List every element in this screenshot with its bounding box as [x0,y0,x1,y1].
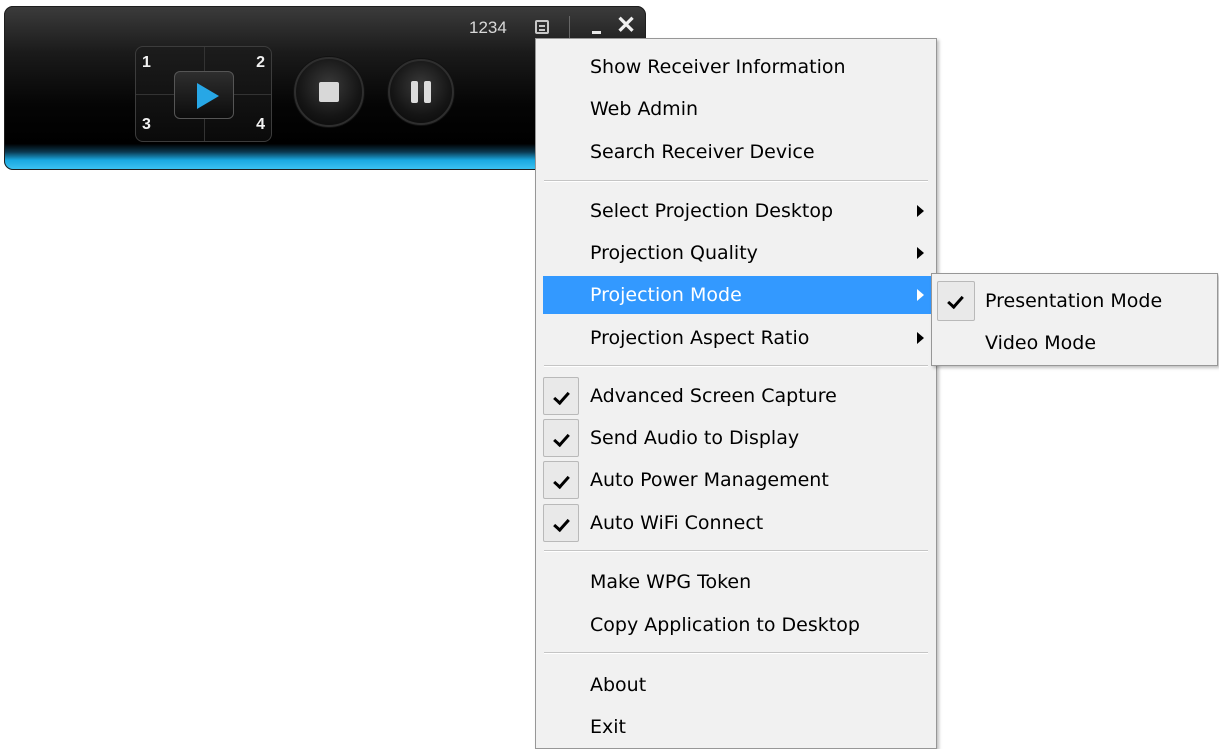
menu-item-label: Advanced Screen Capture [590,385,837,407]
menu-item-projection-mode[interactable]: Projection Mode [543,276,933,314]
menu-item-send-audio-to-display[interactable]: Send Audio to Display [543,419,933,457]
submenu-item-label: Video Mode [985,332,1097,354]
menu-item-advanced-screen-capture[interactable]: Advanced Screen Capture [543,377,933,415]
menu-item-web-admin[interactable]: Web Admin [543,90,933,128]
check-icon [543,504,579,542]
submenu-item-label: Presentation Mode [985,290,1163,312]
menu-separator [544,652,928,654]
close-button[interactable]: ✕ [615,14,637,38]
pause-button[interactable] [388,59,454,125]
menu-item-auto-wifi-connect[interactable]: Auto WiFi Connect [543,504,933,542]
menu-item-label: Select Projection Desktop [590,200,834,222]
submenu-item-video-mode[interactable]: Video Mode [937,323,1213,363]
context-menu: Show Receiver Information Web Admin Sear… [535,38,937,749]
menu-item-make-wpg-token[interactable]: Make WPG Token [543,563,933,601]
quadrant-4-button[interactable]: 4 [256,117,265,133]
layout-icon[interactable] [535,20,549,34]
check-icon [543,377,579,415]
stop-button[interactable] [294,57,364,127]
menu-item-label: Search Receiver Device [590,141,815,163]
submenu-item-presentation-mode[interactable]: Presentation Mode [937,281,1213,321]
menu-item-projection-quality[interactable]: Projection Quality [543,234,933,272]
menu-item-label: Send Audio to Display [590,427,800,449]
menu-item-label: Copy Application to Desktop [590,614,860,636]
menu-item-exit[interactable]: Exit [543,708,933,746]
menu-item-label: Web Admin [590,98,699,120]
menu-item-label: Make WPG Token [590,571,752,593]
submenu-arrow-icon [917,247,924,259]
submenu-arrow-icon [917,332,924,344]
menu-item-label: Exit [590,716,626,738]
menu-separator [544,550,928,552]
menu-item-label: About [590,674,647,696]
check-icon [543,461,579,499]
menu-item-label: Show Receiver Information [590,56,846,78]
menu-item-copy-application-to-desktop[interactable]: Copy Application to Desktop [543,606,933,644]
quadrant-1-button[interactable]: 1 [142,55,151,71]
check-icon [543,419,579,457]
menu-separator [544,365,928,367]
menu-item-about[interactable]: About [543,666,933,704]
check-icon [937,281,975,321]
minimize-button[interactable] [586,16,608,38]
projection-mode-submenu: Presentation Mode Video Mode [931,273,1218,366]
submenu-arrow-icon [917,289,924,301]
menu-separator [544,180,928,182]
menu-item-show-receiver-information[interactable]: Show Receiver Information [543,48,933,86]
quadrant-3-button[interactable]: 3 [142,117,151,133]
menu-item-projection-aspect-ratio[interactable]: Projection Aspect Ratio [543,319,933,357]
receiver-code: 1234 [469,18,507,37]
play-button[interactable] [174,71,234,119]
quadrant-pad: 1 2 3 4 [135,46,272,142]
menu-item-label: Projection Aspect Ratio [590,327,810,349]
menu-item-select-projection-desktop[interactable]: Select Projection Desktop [543,192,933,230]
menu-item-label: Projection Quality [590,242,758,264]
menu-item-label: Auto Power Management [590,469,829,491]
quadrant-2-button[interactable]: 2 [256,55,265,71]
menu-item-label: Projection Mode [590,284,742,306]
menu-item-auto-power-management[interactable]: Auto Power Management [543,461,933,499]
menu-item-search-receiver-device[interactable]: Search Receiver Device [543,133,933,171]
titlebar-divider [569,16,570,38]
submenu-arrow-icon [917,205,924,217]
menu-item-label: Auto WiFi Connect [590,512,764,534]
